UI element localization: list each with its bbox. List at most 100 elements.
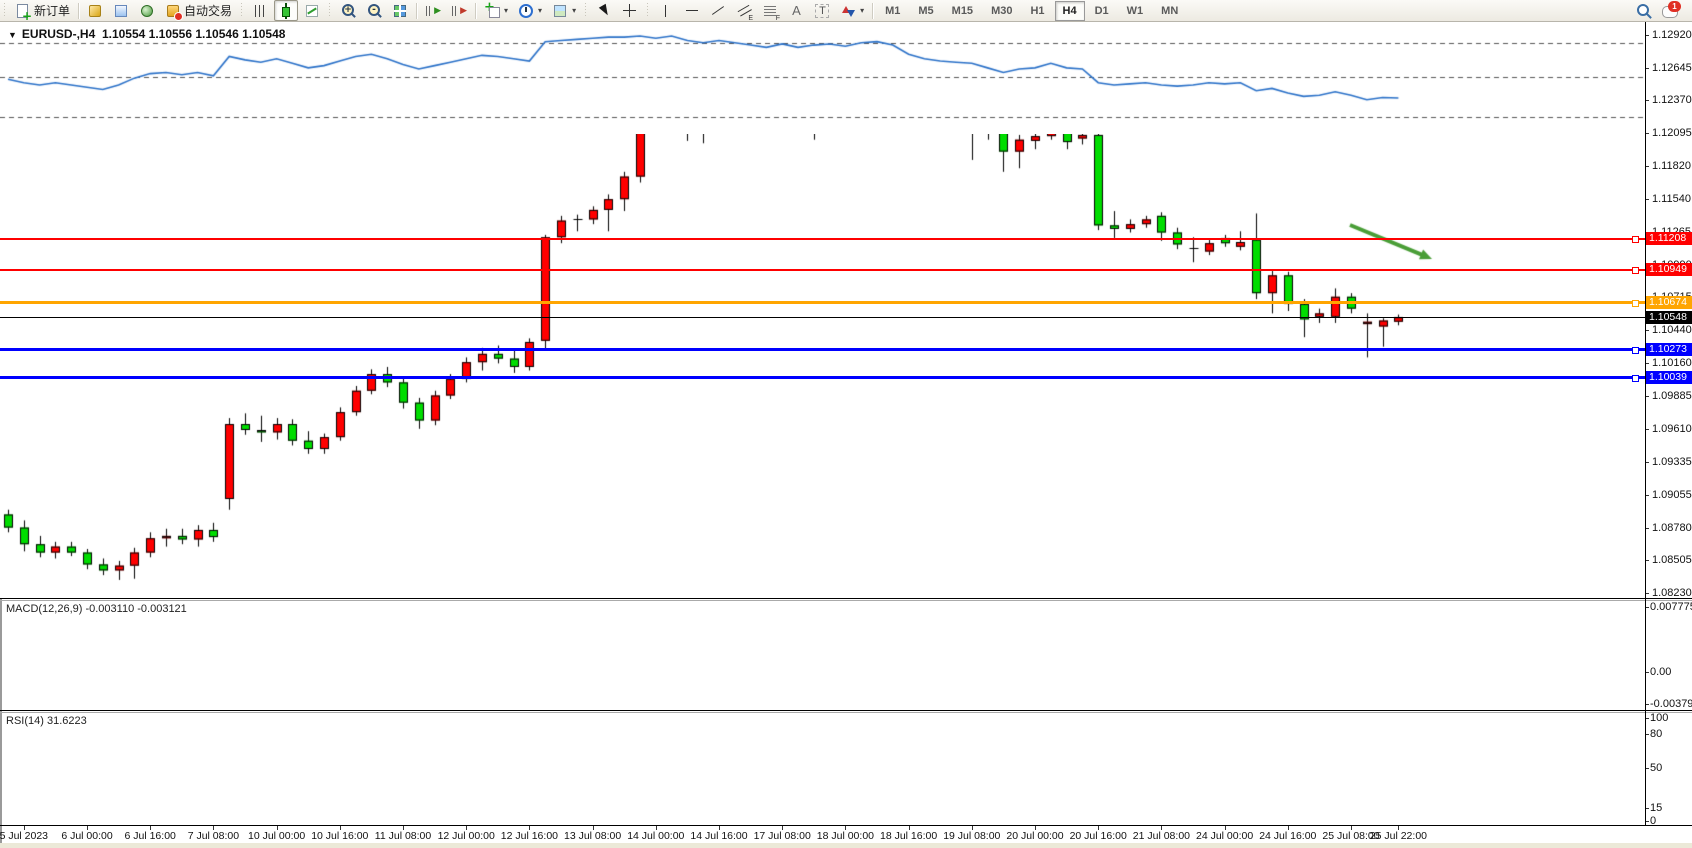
price-tick-label: 1.09610: [1652, 423, 1692, 435]
timeframe-button-d1[interactable]: D1: [1087, 1, 1117, 21]
auto-trading-button[interactable]: 自动交易: [161, 0, 236, 21]
zoom-in-button[interactable]: [336, 0, 360, 21]
toolbar-separator: [78, 3, 79, 19]
candlestick-button[interactable]: [274, 0, 298, 21]
bar-chart-icon: [252, 3, 268, 19]
panel-separator[interactable]: [0, 710, 1692, 711]
templates-icon: [552, 3, 568, 19]
chart-symbol: EURUSD-,H4: [22, 27, 95, 41]
zoom-out-button[interactable]: [362, 0, 386, 21]
timeframe-button-m30[interactable]: M30: [983, 1, 1020, 21]
price-level-line[interactable]: [0, 301, 1645, 304]
time-axis-label: 6 Jul 00:00: [61, 830, 112, 842]
panel-separator[interactable]: [0, 598, 1692, 599]
line-chart-button[interactable]: [300, 0, 324, 21]
dropdown-arrow-icon[interactable]: ▾: [538, 6, 542, 15]
horizontal-line-button[interactable]: [680, 0, 704, 21]
chart-dropdown-icon[interactable]: ▼: [8, 30, 17, 40]
macd-label: MACD(12,26,9) -0.003110 -0.003121: [6, 603, 187, 615]
timeframe-button-h1[interactable]: H1: [1022, 1, 1052, 21]
time-axis-label: 20 Jul 00:00: [1006, 830, 1063, 842]
price-level-marker[interactable]: [1632, 236, 1639, 243]
text-button[interactable]: [784, 0, 808, 21]
price-level-marker[interactable]: [1632, 267, 1639, 274]
new-order-icon: [15, 3, 31, 19]
rsi-axis-label: 100: [1650, 712, 1668, 724]
timeframe-button-w1[interactable]: W1: [1119, 1, 1152, 21]
toolbar-separator: [872, 3, 873, 19]
rsi-axis-label: 80: [1650, 728, 1662, 740]
new-order-button[interactable]: 新订单: [11, 0, 74, 21]
current-price-tag: 1.10548: [1646, 311, 1692, 324]
toolbar-separator: [584, 3, 588, 18]
price-tick-label: 1.08505: [1652, 554, 1692, 566]
price-level-marker[interactable]: [1632, 300, 1639, 307]
cursor-button[interactable]: [592, 0, 616, 21]
price-level-line[interactable]: [0, 269, 1645, 271]
time-axis-label: 7 Jul 08:00: [188, 830, 239, 842]
price-level-line[interactable]: [0, 238, 1645, 240]
search-icon[interactable]: [1636, 3, 1652, 19]
panel-separator[interactable]: [0, 600, 1692, 601]
dropdown-arrow-icon[interactable]: ▾: [504, 6, 508, 15]
indicators-icon: [484, 3, 500, 19]
time-axis-label: 14 Jul 16:00: [690, 830, 747, 842]
dropdown-arrow-icon[interactable]: ▾: [860, 6, 864, 15]
time-axis-label: 5 Jul 2023: [0, 830, 48, 842]
charts-button[interactable]: [83, 0, 107, 21]
trendline-button[interactable]: [706, 0, 730, 21]
price-level-tag: 1.10273: [1646, 343, 1692, 356]
indicators-button[interactable]: ▾: [480, 0, 512, 21]
templates-button[interactable]: ▾: [548, 0, 580, 21]
signals-button[interactable]: [135, 0, 159, 21]
text-label-button[interactable]: [810, 0, 834, 21]
trendline-icon: [710, 3, 726, 19]
price-tick-label: 1.09885: [1652, 390, 1692, 402]
time-axis-label: 25 Jul 22:00: [1370, 830, 1427, 842]
price-tick-label: 1.10160: [1652, 357, 1692, 369]
price-level-tag: 1.10949: [1646, 263, 1692, 276]
vertical-line-button[interactable]: [654, 0, 678, 21]
bar-chart-button[interactable]: [248, 0, 272, 21]
chart-ohlc-header: ▼EURUSD-,H4 1.10554 1.10556 1.10546 1.10…: [8, 27, 285, 41]
price-tick-label: 1.08780: [1652, 522, 1692, 534]
toolbar-separator: [646, 3, 650, 18]
time-axis-label: 14 Jul 00:00: [627, 830, 684, 842]
channel-button[interactable]: [732, 0, 756, 21]
timeframe-button-m15[interactable]: M15: [944, 1, 981, 21]
crosshair-button[interactable]: [618, 0, 642, 21]
window-bottom-frame: [0, 843, 1692, 848]
timeframe-button-m5[interactable]: M5: [910, 1, 941, 21]
chart-shift-button[interactable]: [447, 0, 471, 21]
price-tick-label: 1.11540: [1652, 193, 1691, 205]
auto-scroll-button[interactable]: [421, 0, 445, 21]
line-chart-icon: [304, 3, 320, 19]
time-axis-label: 24 Jul 16:00: [1259, 830, 1316, 842]
text-label-icon: [814, 3, 830, 19]
arrows-button[interactable]: ▾: [836, 0, 868, 21]
cursor-icon: [596, 3, 612, 19]
tile-windows-button[interactable]: [388, 0, 412, 21]
fibonacci-icon: [762, 3, 778, 19]
periods-button[interactable]: ▾: [514, 0, 546, 21]
toolbar-separator: [475, 3, 476, 19]
price-level-line[interactable]: [0, 376, 1645, 379]
current-price-line: [0, 317, 1645, 318]
timeframe-button-h4[interactable]: H4: [1055, 1, 1085, 21]
toolbar-right-group: 1: [1636, 3, 1692, 19]
timeframe-button-mn[interactable]: MN: [1153, 1, 1186, 21]
text-icon: [788, 3, 804, 19]
rsi-axis-label: 15: [1650, 802, 1662, 814]
dropdown-arrow-icon[interactable]: ▾: [572, 6, 576, 15]
fibonacci-button[interactable]: [758, 0, 782, 21]
price-level-marker[interactable]: [1632, 347, 1639, 354]
notifications-icon[interactable]: 1: [1662, 3, 1678, 19]
new-order-button-label: 新订单: [34, 2, 70, 19]
market-watch-button[interactable]: [109, 0, 133, 21]
price-level-marker[interactable]: [1632, 375, 1639, 382]
price-level-line[interactable]: [0, 348, 1645, 351]
panel-separator[interactable]: [0, 712, 1692, 713]
chart-shift-icon: [451, 3, 467, 19]
macd-axis-label: -0.003797: [1650, 698, 1692, 710]
timeframe-button-m1[interactable]: M1: [877, 1, 908, 21]
